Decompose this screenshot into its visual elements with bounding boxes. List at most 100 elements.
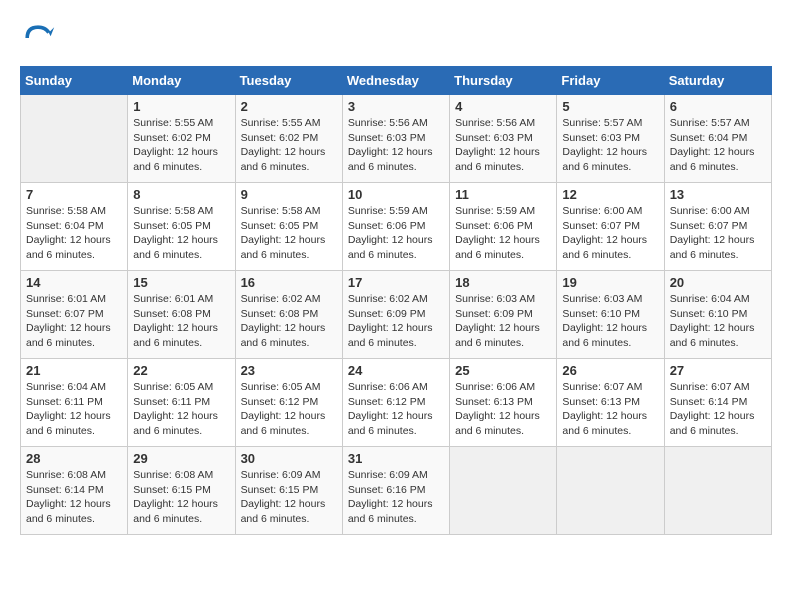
cell-sun-info: Sunrise: 6:08 AMSunset: 6:15 PMDaylight:… xyxy=(133,468,229,527)
calendar-cell xyxy=(557,447,664,535)
calendar-cell: 21 Sunrise: 6:04 AMSunset: 6:11 PMDayligh… xyxy=(21,359,128,447)
day-number: 8 xyxy=(133,187,229,202)
cell-sun-info: Sunrise: 6:01 AMSunset: 6:07 PMDaylight:… xyxy=(26,292,122,351)
day-number: 1 xyxy=(133,99,229,114)
cell-sun-info: Sunrise: 6:07 AMSunset: 6:14 PMDaylight:… xyxy=(670,380,766,439)
calendar-cell: 6 Sunrise: 5:57 AMSunset: 6:04 PMDaylight… xyxy=(664,95,771,183)
day-number: 21 xyxy=(26,363,122,378)
header-monday: Monday xyxy=(128,67,235,95)
day-number: 7 xyxy=(26,187,122,202)
calendar-cell: 15 Sunrise: 6:01 AMSunset: 6:08 PMDayligh… xyxy=(128,271,235,359)
calendar-cell xyxy=(21,95,128,183)
cell-sun-info: Sunrise: 6:02 AMSunset: 6:09 PMDaylight:… xyxy=(348,292,444,351)
cell-sun-info: Sunrise: 6:04 AMSunset: 6:10 PMDaylight:… xyxy=(670,292,766,351)
calendar-cell: 27 Sunrise: 6:07 AMSunset: 6:14 PMDayligh… xyxy=(664,359,771,447)
header-wednesday: Wednesday xyxy=(342,67,449,95)
day-number: 22 xyxy=(133,363,229,378)
calendar-cell: 28 Sunrise: 6:08 AMSunset: 6:14 PMDayligh… xyxy=(21,447,128,535)
cell-sun-info: Sunrise: 5:59 AMSunset: 6:06 PMDaylight:… xyxy=(455,204,551,263)
calendar-cell: 31Sunrise: 6:09 AMSunset: 6:16 PMDayligh… xyxy=(342,447,449,535)
header-thursday: Thursday xyxy=(450,67,557,95)
day-number: 11 xyxy=(455,187,551,202)
day-number: 19 xyxy=(562,275,658,290)
day-number: 3 xyxy=(348,99,444,114)
day-number: 10 xyxy=(348,187,444,202)
calendar-cell: 30 Sunrise: 6:09 AMSunset: 6:15 PMDayligh… xyxy=(235,447,342,535)
calendar-cell: 4 Sunrise: 5:56 AMSunset: 6:03 PMDaylight… xyxy=(450,95,557,183)
calendar-cell: 24 Sunrise: 6:06 AMSunset: 6:12 PMDayligh… xyxy=(342,359,449,447)
calendar-cell: 26Sunrise: 6:07 AMSunset: 6:13 PMDayligh… xyxy=(557,359,664,447)
cell-sun-info: Sunrise: 5:56 AMSunset: 6:03 PMDaylight:… xyxy=(348,116,444,175)
calendar-cell: 25Sunrise: 6:06 AMSunset: 6:13 PMDayligh… xyxy=(450,359,557,447)
cell-sun-info: Sunrise: 6:05 AMSunset: 6:12 PMDaylight:… xyxy=(241,380,337,439)
cell-sun-info: Sunrise: 6:01 AMSunset: 6:08 PMDaylight:… xyxy=(133,292,229,351)
day-number: 12 xyxy=(562,187,658,202)
week-row-2: 7 Sunrise: 5:58 AMSunset: 6:04 PMDaylight… xyxy=(21,183,772,271)
header-tuesday: Tuesday xyxy=(235,67,342,95)
cell-sun-info: Sunrise: 5:56 AMSunset: 6:03 PMDaylight:… xyxy=(455,116,551,175)
cell-sun-info: Sunrise: 6:05 AMSunset: 6:11 PMDaylight:… xyxy=(133,380,229,439)
cell-sun-info: Sunrise: 6:09 AMSunset: 6:16 PMDaylight:… xyxy=(348,468,444,527)
day-number: 16 xyxy=(241,275,337,290)
calendar-cell: 5 Sunrise: 5:57 AMSunset: 6:03 PMDaylight… xyxy=(557,95,664,183)
day-number: 20 xyxy=(670,275,766,290)
cell-sun-info: Sunrise: 5:55 AMSunset: 6:02 PMDaylight:… xyxy=(133,116,229,175)
page-header xyxy=(20,20,772,56)
cell-sun-info: Sunrise: 6:00 AMSunset: 6:07 PMDaylight:… xyxy=(670,204,766,263)
calendar-cell: 3 Sunrise: 5:56 AMSunset: 6:03 PMDaylight… xyxy=(342,95,449,183)
cell-sun-info: Sunrise: 5:58 AMSunset: 6:05 PMDaylight:… xyxy=(241,204,337,263)
calendar-header-row: SundayMondayTuesdayWednesdayThursdayFrid… xyxy=(21,67,772,95)
day-number: 29 xyxy=(133,451,229,466)
calendar-cell: 23 Sunrise: 6:05 AMSunset: 6:12 PMDayligh… xyxy=(235,359,342,447)
day-number: 9 xyxy=(241,187,337,202)
day-number: 27 xyxy=(670,363,766,378)
calendar-table: SundayMondayTuesdayWednesdayThursdayFrid… xyxy=(20,66,772,535)
calendar-cell: 16Sunrise: 6:02 AMSunset: 6:08 PMDayligh… xyxy=(235,271,342,359)
header-friday: Friday xyxy=(557,67,664,95)
day-number: 24 xyxy=(348,363,444,378)
day-number: 4 xyxy=(455,99,551,114)
calendar-cell: 2 Sunrise: 5:55 AMSunset: 6:02 PMDaylight… xyxy=(235,95,342,183)
logo xyxy=(20,20,62,56)
calendar-cell: 22 Sunrise: 6:05 AMSunset: 6:11 PMDayligh… xyxy=(128,359,235,447)
day-number: 18 xyxy=(455,275,551,290)
day-number: 28 xyxy=(26,451,122,466)
calendar-cell: 19Sunrise: 6:03 AMSunset: 6:10 PMDayligh… xyxy=(557,271,664,359)
day-number: 5 xyxy=(562,99,658,114)
day-number: 14 xyxy=(26,275,122,290)
calendar-cell: 8Sunrise: 5:58 AMSunset: 6:05 PMDaylight… xyxy=(128,183,235,271)
cell-sun-info: Sunrise: 6:09 AMSunset: 6:15 PMDaylight:… xyxy=(241,468,337,527)
header-sunday: Sunday xyxy=(21,67,128,95)
calendar-cell: 10 Sunrise: 5:59 AMSunset: 6:06 PMDayligh… xyxy=(342,183,449,271)
week-row-3: 14 Sunrise: 6:01 AMSunset: 6:07 PMDayligh… xyxy=(21,271,772,359)
day-number: 15 xyxy=(133,275,229,290)
cell-sun-info: Sunrise: 5:57 AMSunset: 6:03 PMDaylight:… xyxy=(562,116,658,175)
calendar-cell: 11 Sunrise: 5:59 AMSunset: 6:06 PMDayligh… xyxy=(450,183,557,271)
calendar-cell xyxy=(664,447,771,535)
cell-sun-info: Sunrise: 6:08 AMSunset: 6:14 PMDaylight:… xyxy=(26,468,122,527)
calendar-cell xyxy=(450,447,557,535)
cell-sun-info: Sunrise: 5:57 AMSunset: 6:04 PMDaylight:… xyxy=(670,116,766,175)
cell-sun-info: Sunrise: 5:59 AMSunset: 6:06 PMDaylight:… xyxy=(348,204,444,263)
cell-sun-info: Sunrise: 6:04 AMSunset: 6:11 PMDaylight:… xyxy=(26,380,122,439)
calendar-cell: 29 Sunrise: 6:08 AMSunset: 6:15 PMDayligh… xyxy=(128,447,235,535)
calendar-cell: 12Sunrise: 6:00 AMSunset: 6:07 PMDayligh… xyxy=(557,183,664,271)
day-number: 23 xyxy=(241,363,337,378)
cell-sun-info: Sunrise: 6:06 AMSunset: 6:12 PMDaylight:… xyxy=(348,380,444,439)
calendar-cell: 1 Sunrise: 5:55 AMSunset: 6:02 PMDaylight… xyxy=(128,95,235,183)
cell-sun-info: Sunrise: 5:55 AMSunset: 6:02 PMDaylight:… xyxy=(241,116,337,175)
cell-sun-info: Sunrise: 6:03 AMSunset: 6:09 PMDaylight:… xyxy=(455,292,551,351)
calendar-cell: 18 Sunrise: 6:03 AMSunset: 6:09 PMDayligh… xyxy=(450,271,557,359)
calendar-cell: 9 Sunrise: 5:58 AMSunset: 6:05 PMDaylight… xyxy=(235,183,342,271)
calendar-cell: 17Sunrise: 6:02 AMSunset: 6:09 PMDayligh… xyxy=(342,271,449,359)
calendar-cell: 14 Sunrise: 6:01 AMSunset: 6:07 PMDayligh… xyxy=(21,271,128,359)
cell-sun-info: Sunrise: 5:58 AMSunset: 6:04 PMDaylight:… xyxy=(26,204,122,263)
day-number: 30 xyxy=(241,451,337,466)
day-number: 25 xyxy=(455,363,551,378)
calendar-cell: 13Sunrise: 6:00 AMSunset: 6:07 PMDayligh… xyxy=(664,183,771,271)
calendar-cell: 20 Sunrise: 6:04 AMSunset: 6:10 PMDayligh… xyxy=(664,271,771,359)
week-row-4: 21 Sunrise: 6:04 AMSunset: 6:11 PMDayligh… xyxy=(21,359,772,447)
header-saturday: Saturday xyxy=(664,67,771,95)
day-number: 2 xyxy=(241,99,337,114)
day-number: 6 xyxy=(670,99,766,114)
